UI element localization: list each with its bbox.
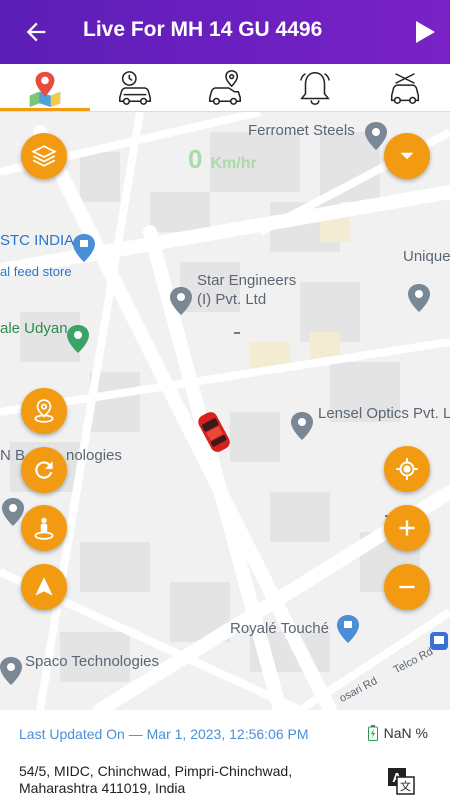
- bell-icon: [300, 71, 330, 105]
- live-map[interactable]: Ferromet Steels STC INDIA al feed store …: [0, 112, 450, 710]
- speed-readout: 0 Km/hr: [188, 144, 257, 175]
- battery-icon: [367, 725, 378, 741]
- refresh-button[interactable]: [21, 447, 67, 493]
- speed-value: 0: [188, 144, 203, 174]
- place-button[interactable]: [21, 388, 67, 434]
- clock-car-icon: [119, 70, 151, 105]
- street-view-icon: [34, 517, 54, 540]
- dropdown-button[interactable]: [384, 133, 430, 179]
- refresh-icon: [35, 461, 53, 479]
- poi-label: Unique: [403, 248, 450, 265]
- layers-button[interactable]: [21, 133, 67, 179]
- last-updated-text: Last Updated On — Mar 1, 2023, 12:56:06 …: [19, 726, 309, 742]
- poi-label: STC INDIA: [0, 232, 75, 249]
- poi-label: (I) Pvt. Ltd: [197, 291, 267, 308]
- arrow-left-icon[interactable]: [22, 18, 50, 46]
- car-pin-icon: [209, 69, 241, 105]
- poi-label: Spaco Technologies: [25, 653, 159, 670]
- location-pin-circle-icon: [34, 399, 54, 423]
- app-header: Live For MH 14 GU 4496: [0, 0, 450, 64]
- address-text: 54/5, MIDC, Chinchwad, Pimpri-Chinchwad,…: [19, 763, 293, 796]
- tab-live-map[interactable]: [0, 64, 90, 111]
- battery-value: NaN %: [383, 725, 428, 741]
- play-icon[interactable]: [414, 20, 436, 44]
- poi-label: al feed store: [0, 264, 72, 279]
- speed-unit: Km/hr: [210, 155, 257, 172]
- status-footer: Last Updated On — Mar 1, 2023, 12:56:06 …: [0, 710, 450, 800]
- zoom-out-icon: [399, 585, 415, 589]
- page-title: Live For MH 14 GU 4496: [83, 18, 323, 41]
- zoom-out-button[interactable]: [384, 564, 430, 610]
- tab-alerts[interactable]: [270, 64, 360, 111]
- tab-trip-history[interactable]: [90, 64, 180, 111]
- svg-text:文: 文: [400, 779, 411, 793]
- gps-target-icon: [396, 458, 418, 480]
- zoom-in-button[interactable]: [384, 505, 430, 551]
- tab-car-location[interactable]: [180, 64, 270, 111]
- layers-icon: [31, 145, 57, 167]
- tab-car-service[interactable]: [360, 64, 450, 111]
- zoom-in-icon: [399, 520, 415, 536]
- poi-label: Lensel Optics Pvt. L: [318, 405, 450, 422]
- car-tools-icon: [390, 72, 420, 104]
- my-location-button[interactable]: [384, 446, 430, 492]
- navigation-arrow-icon: [35, 577, 53, 596]
- poi-label: Ferromet Steels: [248, 122, 355, 139]
- dropdown-chevron-icon: [400, 152, 414, 160]
- translate-icon[interactable]: A 文: [386, 766, 416, 796]
- poi-label: nologies: [66, 447, 122, 464]
- navigate-button[interactable]: [21, 564, 67, 610]
- street-view-button[interactable]: [21, 505, 67, 551]
- poi-label: ale Udyan: [0, 320, 68, 337]
- poi-label: Royalé Touché: [230, 620, 329, 637]
- poi-label: N B: [0, 447, 26, 464]
- poi-label: Star Engineers: [197, 272, 297, 289]
- tab-bar: [0, 64, 450, 112]
- map-pin-icon: [29, 71, 61, 107]
- battery-status: NaN %: [367, 725, 428, 741]
